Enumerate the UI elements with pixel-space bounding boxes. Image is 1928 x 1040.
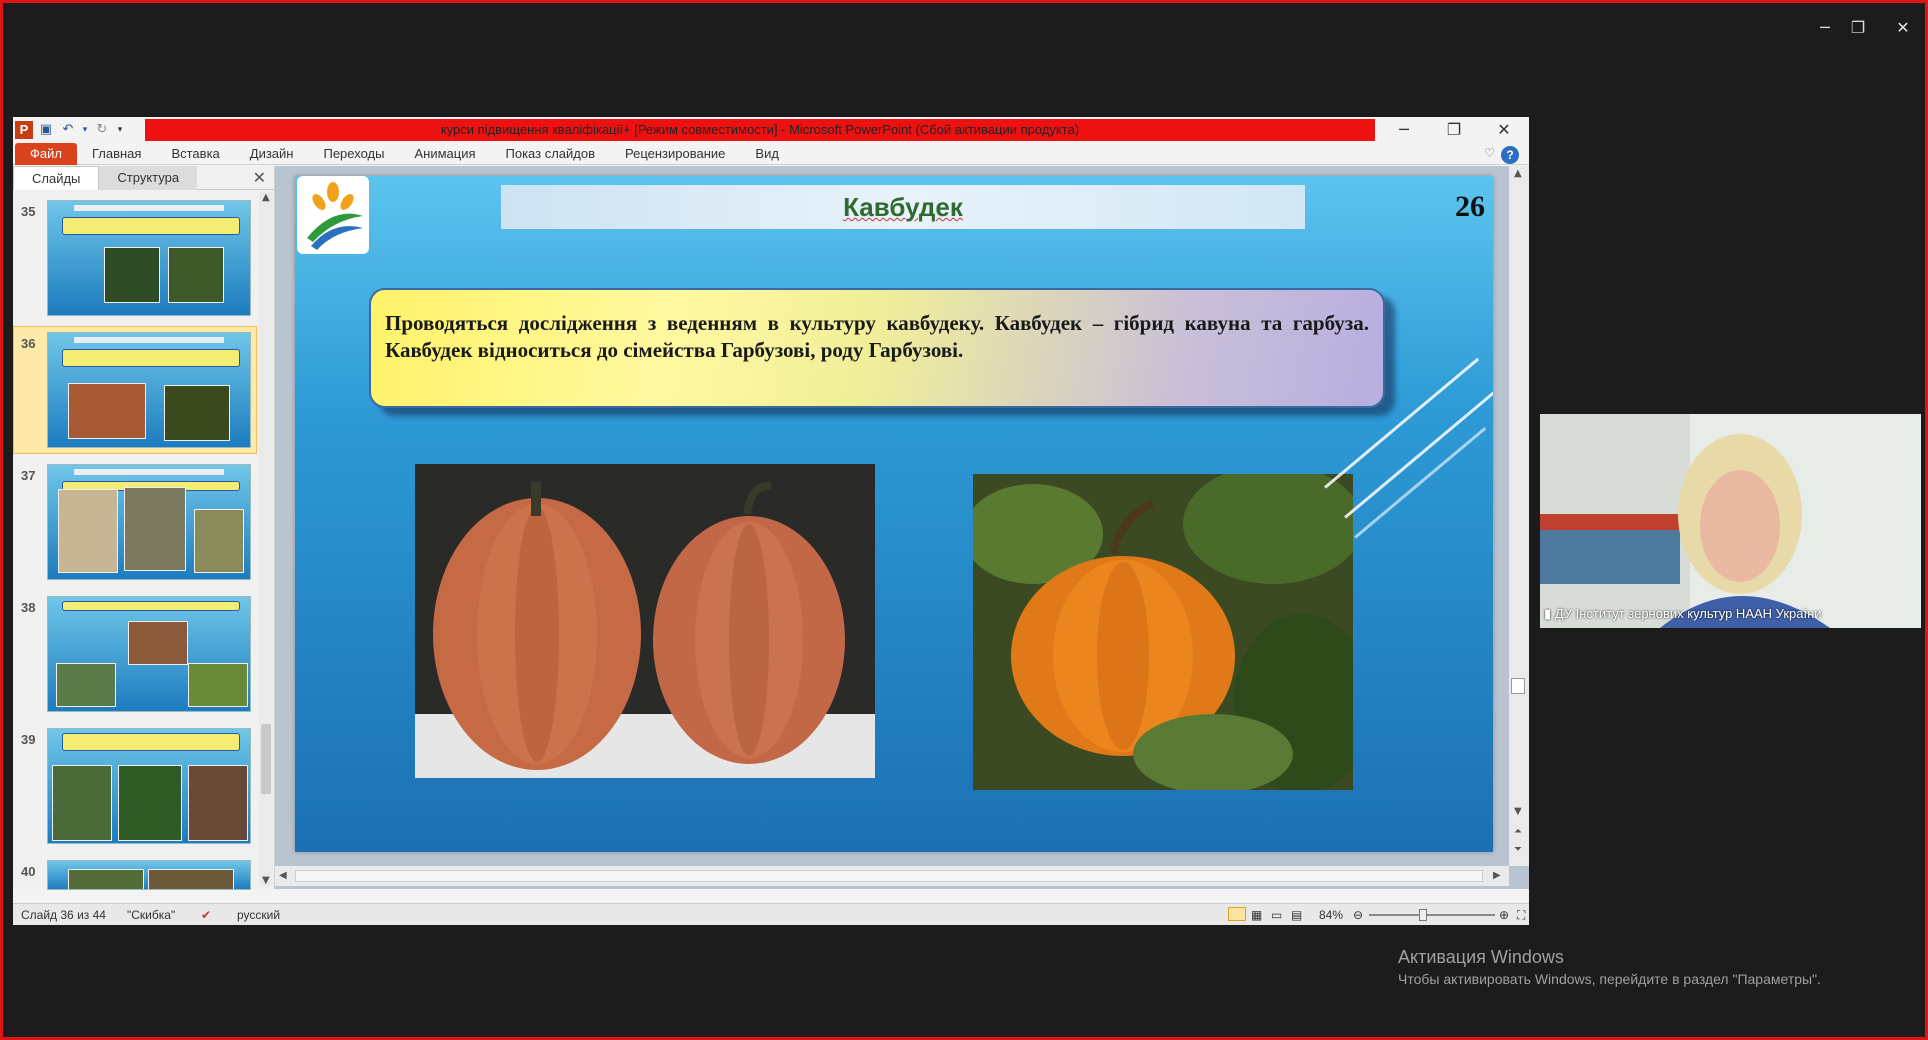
slide-number: 37 (21, 468, 36, 483)
tab-home[interactable]: Главная (77, 143, 156, 165)
zoom-level[interactable]: 84% (1319, 908, 1343, 922)
fit-to-window-icon[interactable]: ⛶ (1517, 908, 1525, 923)
language-indicator[interactable]: русский (237, 908, 280, 922)
thumbnail-image (47, 728, 251, 844)
next-slide-icon[interactable]: ⏷ (1514, 844, 1522, 855)
powerpoint-app-icon[interactable]: P (15, 121, 33, 139)
tab-view[interactable]: Вид (740, 143, 794, 165)
status-bar: Слайд 36 из 44 "Скибка" ✔ русский ▦ ▭ ▤ … (13, 903, 1529, 925)
tab-slides[interactable]: Слайды (13, 166, 100, 190)
redo-icon[interactable]: ↻ (93, 121, 111, 139)
slide-canvas[interactable]: Кавбудек 26 Проводяться дослідження з ве… (295, 176, 1493, 852)
minimize-button[interactable]: ─ (1379, 117, 1429, 143)
customize-toolbar-icon[interactable]: ▾ (115, 121, 125, 139)
panel-scrollbar[interactable]: ▲ ▼ (259, 192, 273, 886)
slide-body-text: Проводяться дослідження з веденням в кул… (385, 311, 1369, 362)
panel-tabs: Слайды Структура (13, 166, 275, 190)
institute-logo (297, 176, 369, 254)
thumbnail-image (47, 464, 251, 580)
restore-button[interactable]: ❐ (1429, 117, 1479, 143)
save-icon[interactable]: ▣ (37, 121, 55, 139)
screen-frame: ─ ❐ ✕ P ▣ ↶ ▾ ↻ ▾ курси підвищення квалі… (0, 0, 1928, 1040)
tab-slideshow[interactable]: Показ слайдов (491, 143, 611, 165)
slide-title: Кавбудек (843, 192, 963, 222)
slide-number: 38 (21, 600, 36, 615)
slides-panel: Слайды Структура ✕ 35 36 37 38 39 40 ▲ ▼ (13, 166, 275, 890)
previous-slide-icon[interactable]: ⏶ (1514, 826, 1522, 837)
slide-number: 35 (21, 204, 36, 219)
zoom-slider[interactable] (1369, 914, 1495, 916)
outer-restore-icon[interactable]: ❐ (1838, 15, 1878, 41)
normal-view-icon[interactable] (1228, 907, 1246, 921)
tab-animation[interactable]: Анимация (399, 143, 490, 165)
horizontal-scrollbar[interactable]: ◀ ▶ (275, 866, 1509, 886)
slide-title-box[interactable]: Кавбудек (501, 185, 1305, 229)
signal-icon: ▮ (1544, 607, 1552, 622)
quick-access-toolbar: P ▣ ↶ ▾ ↻ ▾ (13, 119, 125, 141)
zoom-out-icon[interactable]: ⊖ (1353, 908, 1363, 922)
outer-close-icon[interactable]: ✕ (1883, 15, 1923, 41)
slide-sorter-icon[interactable]: ▦ (1251, 908, 1262, 922)
help-icon[interactable]: ? (1501, 146, 1519, 164)
slideshow-icon[interactable]: ▤ (1291, 908, 1302, 922)
spellcheck-icon[interactable]: ✔ (201, 908, 211, 922)
ribbon-expand-icon[interactable]: ♡ (1484, 146, 1495, 160)
slide-counter: Слайд 36 из 44 (21, 908, 106, 922)
webcam-label: ▮ ДУ Інститут зернових культур НААН Укра… (1544, 606, 1822, 622)
webcam-video: ▮ ДУ Інститут зернових культур НААН Укра… (1540, 414, 1921, 628)
tab-review[interactable]: Рецензирование (610, 143, 740, 165)
powerpoint-window: P ▣ ↶ ▾ ↻ ▾ курси підвищення кваліфікаці… (13, 117, 1529, 925)
tab-design[interactable]: Дизайн (235, 143, 309, 165)
vertical-scrollbar[interactable]: ▲ ▼ ⏶ ⏷ (1509, 166, 1529, 866)
slide-text-box[interactable]: Проводяться дослідження з веденням в кул… (369, 288, 1385, 408)
tab-transitions[interactable]: Переходы (308, 143, 399, 165)
zoom-in-icon[interactable]: ⊕ (1499, 908, 1509, 922)
activation-message: Чтобы активировать Windows, перейдите в … (1398, 971, 1821, 987)
thumbnail-image (47, 200, 251, 316)
theme-name: "Скибка" (127, 908, 176, 922)
pumpkin-on-vine-photo[interactable] (973, 474, 1353, 790)
activation-title: Активация Windows (1398, 947, 1564, 967)
tab-insert[interactable]: Вставка (156, 143, 234, 165)
zoom-slider-handle[interactable] (1419, 909, 1427, 921)
slide-number: 40 (21, 864, 36, 879)
undo-dropdown-icon[interactable]: ▾ (81, 121, 89, 139)
slide-number-label: 26 (1455, 190, 1485, 223)
title-bar: P ▣ ↶ ▾ ↻ ▾ курси підвищення кваліфікаці… (13, 117, 1529, 143)
slide-number: 36 (21, 336, 36, 351)
thumbnail-image (47, 332, 251, 448)
tab-file[interactable]: Файл (15, 142, 77, 165)
slide-editing-area: Кавбудек 26 Проводяться дослідження з ве… (275, 166, 1529, 889)
undo-icon[interactable]: ↶ (59, 121, 77, 139)
thumbnail-image (47, 596, 251, 712)
thumbnail-image (47, 860, 251, 890)
reading-view-icon[interactable]: ▭ (1271, 908, 1282, 922)
slide-number: 39 (21, 732, 36, 747)
window-title: курси підвищення кваліфікації+ [Режим со… (145, 119, 1375, 141)
panel-close-icon[interactable]: ✕ (253, 168, 266, 187)
ribbon-tabs: Файл Главная Вставка Дизайн Переходы Ани… (13, 142, 1529, 165)
close-button[interactable]: ✕ (1479, 117, 1529, 143)
tab-outline[interactable]: Структура (99, 166, 198, 190)
pumpkins-photo[interactable] (415, 464, 875, 778)
